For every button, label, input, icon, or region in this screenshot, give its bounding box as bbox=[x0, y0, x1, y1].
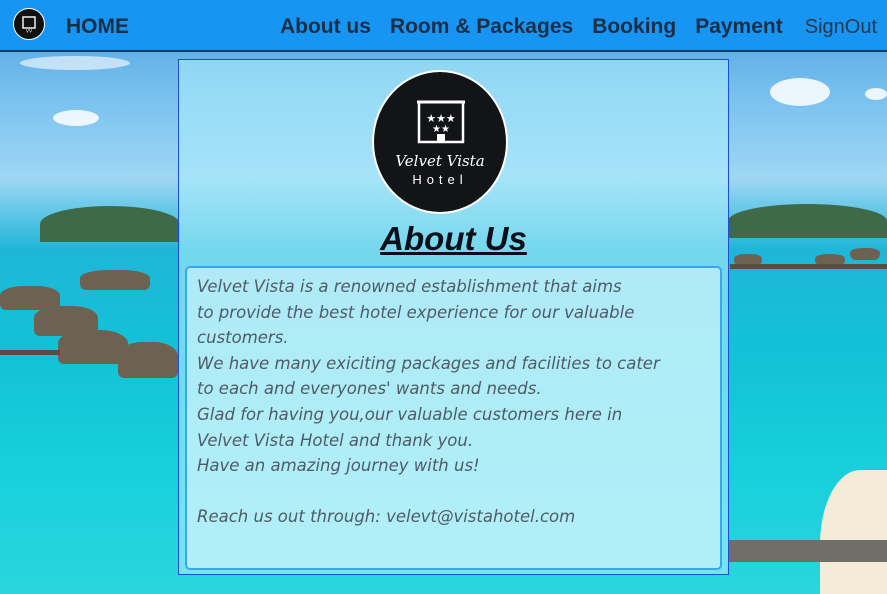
nav-booking-link[interactable]: Booking bbox=[592, 15, 676, 39]
svg-text:★★: ★★ bbox=[432, 124, 450, 135]
about-line: to each and everyones' wants and needs. bbox=[197, 379, 542, 399]
about-line: Velvet Vista is a renowned establishment… bbox=[197, 277, 622, 296]
about-line: to provide the best hotel experience for… bbox=[197, 302, 635, 322]
about-line: Have an amazing journey with us! bbox=[197, 456, 480, 476]
nav-payment-link[interactable]: Payment bbox=[695, 15, 783, 39]
about-text-box: Velvet Vista is a renowned establishment… bbox=[185, 266, 722, 570]
nav-links: About us Room & Packages Booking Payment… bbox=[261, 15, 877, 39]
nav-about-link[interactable]: About us bbox=[280, 15, 371, 39]
about-line: We have many exiciting packages and faci… bbox=[197, 353, 660, 373]
svg-text:VV: VV bbox=[26, 29, 33, 35]
nav-logo-icon[interactable]: VV bbox=[13, 8, 45, 40]
navbar: VV HOME About us Room & Packages Booking… bbox=[0, 0, 887, 52]
about-line: Velvet Vista Hotel and thank you. bbox=[197, 430, 474, 450]
contact-line: Reach us out through: velevt@vistahotel.… bbox=[197, 507, 576, 527]
about-line: Glad for having you,our valuable custome… bbox=[197, 404, 623, 424]
logo-subtitle: Hotel bbox=[412, 172, 468, 187]
signout-link[interactable]: SignOut bbox=[805, 16, 877, 39]
hotel-logo: ★★★ ★★ Velvet Vista Hotel bbox=[372, 70, 508, 214]
about-panel: ★★★ ★★ Velvet Vista Hotel About Us Velve… bbox=[178, 59, 729, 575]
logo-name: Velvet Vista bbox=[395, 152, 485, 170]
page-title: About Us bbox=[380, 220, 527, 257]
hotel-building-icon: ★★★ ★★ bbox=[417, 100, 465, 144]
nav-home-link[interactable]: HOME bbox=[66, 15, 129, 39]
nav-rooms-link[interactable]: Room & Packages bbox=[390, 15, 573, 39]
about-line: customers. bbox=[197, 328, 289, 348]
